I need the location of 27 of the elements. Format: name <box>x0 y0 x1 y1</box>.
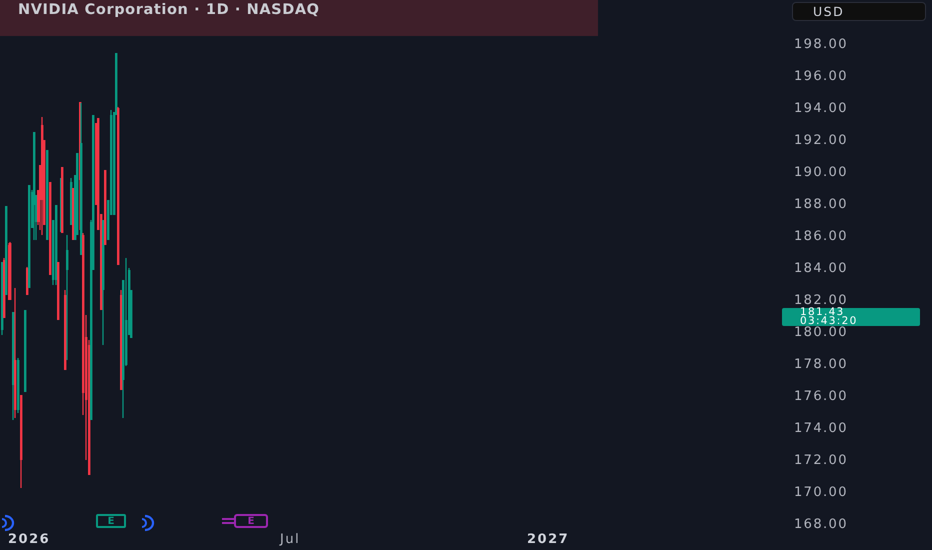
price-axis-label: 178.00 <box>794 358 848 372</box>
currency-button[interactable]: USD <box>792 2 926 21</box>
price-axis-label: 184.00 <box>794 262 848 276</box>
price-axis-label: 168.00 <box>794 518 848 532</box>
price-axis-label: 198.00 <box>794 38 848 52</box>
price-axis-label: 174.00 <box>794 422 848 436</box>
last-price: 181.43 <box>800 308 845 317</box>
price-axis-label: 190.00 <box>794 166 848 180</box>
dash-lines-icon <box>222 517 234 525</box>
earnings-label: E <box>234 514 268 528</box>
upcoming-earnings-marker[interactable]: E <box>222 514 268 528</box>
price-axis-label: 186.00 <box>794 230 848 244</box>
time-axis-label: 2027 <box>527 532 570 547</box>
price-axis-label: 176.00 <box>794 390 848 404</box>
bar-countdown: 03:43:20 <box>800 317 859 326</box>
price-axis-label: 196.00 <box>794 70 848 84</box>
price-axis-label: 182.00 <box>794 294 848 308</box>
time-axis-label: 2026 <box>8 532 50 547</box>
price-axis-label: 192.00 <box>794 134 848 148</box>
time-axis-label: Jul <box>280 532 300 547</box>
price-axis-label: 170.00 <box>794 486 848 500</box>
price-axis-label: 194.00 <box>794 102 848 116</box>
symbol-title: NVIDIA Corporation · 1D · NASDAQ <box>18 1 320 18</box>
price-axis-label: 180.00 <box>794 326 848 340</box>
price-axis-label: 188.00 <box>794 198 848 212</box>
earnings-marker[interactable]: E <box>96 514 126 528</box>
price-axis-label: 172.00 <box>794 454 848 468</box>
